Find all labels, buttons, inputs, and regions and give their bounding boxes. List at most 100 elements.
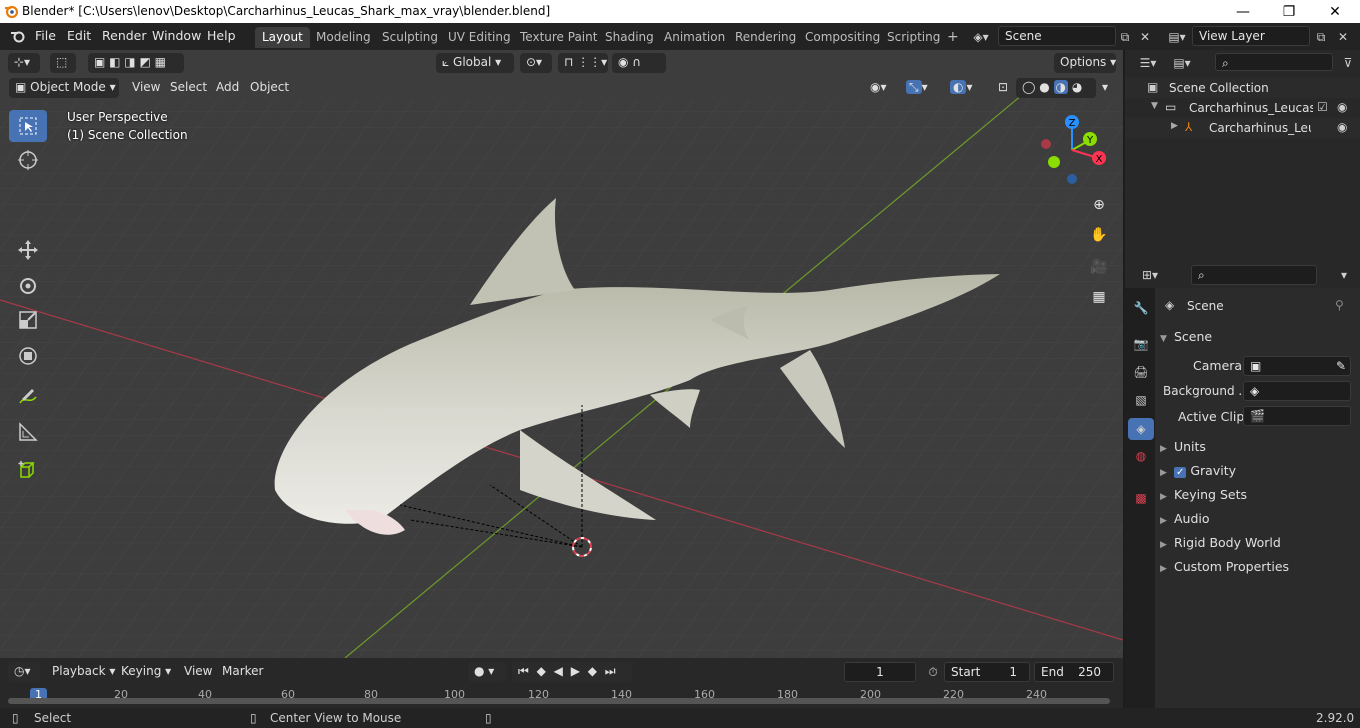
custom-properties-panel[interactable]: ▶ Custom Properties (1160, 559, 1289, 574)
world-tab-icon[interactable]: ◍ (1131, 446, 1151, 466)
start-frame-field[interactable]: Start 1 (944, 662, 1030, 682)
editor-type-icon[interactable]: ⊹▾ (8, 53, 40, 73)
measure-tool-icon[interactable] (9, 416, 47, 448)
shading-options-icon[interactable]: ▾ (1096, 78, 1116, 98)
auto-keying-icon[interactable]: ● ▾ (468, 662, 506, 682)
overlay-toggle-icon[interactable]: ◐ ▾ (944, 78, 988, 98)
tab-animation[interactable]: Animation (657, 27, 732, 48)
pin-icon[interactable]: ⚲ (1335, 298, 1344, 312)
scale-tool-icon[interactable] (9, 304, 47, 336)
timeline-editor[interactable]: ◷▾ Playback ▾ Keying ▾ View Marker ● ▾ ⏮… (0, 658, 1123, 708)
background-field[interactable]: ◈ (1243, 381, 1351, 401)
menu-render[interactable]: Render (102, 28, 147, 43)
expand-arrow-icon[interactable]: ▼ (1151, 101, 1158, 111)
scene-tab-icon[interactable]: ◈ (1128, 418, 1154, 440)
outliner-row-collection[interactable]: ▼ ▭ Carcharhinus_Leucas_Sh ☑ ◉ (1125, 98, 1360, 118)
maximize-button[interactable]: ❐ (1266, 0, 1312, 23)
playback-controls[interactable]: ⏮ ◆ ◀ ▶ ◆ ⏭ (512, 662, 632, 682)
gravity-checkbox[interactable]: ✓ (1173, 467, 1187, 478)
menu-add[interactable]: Add (210, 78, 245, 98)
new-view-layer-icon[interactable]: ⧉ (1312, 27, 1330, 47)
tab-scripting[interactable]: Scripting (880, 27, 947, 48)
zoom-icon[interactable]: ⊕ (1086, 192, 1112, 218)
new-scene-icon[interactable]: ⧉ (1116, 27, 1134, 47)
texture-tab-icon[interactable]: ▩ (1131, 488, 1151, 508)
playback-menu[interactable]: Playback ▾ (46, 662, 121, 682)
transform-orientation-dropdown[interactable]: ⟀ Global ▾ (436, 53, 514, 73)
tab-rendering[interactable]: Rendering (728, 27, 803, 48)
keying-menu[interactable]: Keying ▾ (115, 662, 177, 682)
menu-select[interactable]: Select (164, 78, 213, 98)
scene-panel-header[interactable]: ▼ Scene (1160, 329, 1212, 344)
transform-tool-icon[interactable] (9, 340, 47, 372)
active-clip-field[interactable]: 🎬 (1243, 406, 1351, 426)
select-box-tool-icon[interactable] (9, 110, 47, 142)
view-layer-field[interactable]: View Layer (1192, 26, 1310, 46)
options-dropdown[interactable]: Options ▾ (1054, 53, 1116, 73)
keying-sets-panel[interactable]: ▶ Keying Sets (1160, 487, 1247, 502)
current-frame-field[interactable]: 1 (844, 662, 916, 682)
tab-shading[interactable]: Shading (598, 27, 661, 48)
selection-mode-icons[interactable]: ▣ ◧ ◨ ◩ ▦ (88, 53, 184, 73)
minimize-button[interactable]: — (1220, 0, 1266, 23)
tab-uv-editing[interactable]: UV Editing (441, 27, 518, 48)
snap-icon[interactable]: ⊓ ⋮⋮▾ (558, 53, 608, 73)
shading-mode-icons[interactable]: ◯ ● ◑ ◕ (1016, 78, 1096, 98)
pivot-point-icon[interactable]: ⊙▾ (520, 53, 552, 73)
render-tab-icon[interactable]: 📷 (1131, 334, 1151, 354)
delete-scene-icon[interactable]: ✕ (1136, 27, 1154, 47)
menu-object[interactable]: Object (244, 78, 295, 98)
tab-modeling[interactable]: Modeling (309, 27, 378, 48)
proportional-edit-icon[interactable]: ◉ ∩ (612, 53, 666, 73)
menu-edit[interactable]: Edit (67, 28, 91, 43)
scene-browse-icon[interactable]: ◈▾ (966, 27, 996, 47)
tab-sculpting[interactable]: Sculpting (375, 27, 445, 48)
tab-compositing[interactable]: Compositing (798, 27, 887, 48)
outliner-row-object[interactable]: ▶ ⅄ Carcharhinus_Leucas ◉ (1125, 118, 1360, 138)
view-layer-browse-icon[interactable]: ▤▾ (1162, 27, 1192, 47)
eye-icon[interactable]: ◉ (1337, 120, 1347, 134)
menu-view[interactable]: View (126, 78, 166, 98)
preview-range-icon[interactable]: ⏱ (924, 664, 942, 680)
properties-search-input[interactable]: ⌕ (1191, 265, 1317, 285)
blender-menu-icon[interactable] (10, 29, 26, 43)
units-panel[interactable]: ▶ Units (1160, 439, 1206, 454)
camera-field[interactable]: ▣ ✎ (1243, 356, 1351, 376)
frame-ruler[interactable]: 1 20 40 60 80 100 120 140 160 180 200 22… (8, 688, 1114, 706)
annotate-tool-icon[interactable] (9, 380, 47, 412)
outliner-search-input[interactable]: ⌕ (1215, 53, 1333, 71)
3d-viewport[interactable]: ⊹▾ ⬚ ▣ ◧ ◨ ◩ ▦ ⟀ Global ▾ ⊙▾ ⊓ ⋮⋮▾ ◉ ∩ O… (0, 50, 1123, 658)
filter-icon[interactable]: ⊽ (1339, 54, 1357, 72)
outliner-row-root[interactable]: ▣ Scene Collection (1125, 78, 1360, 98)
eye-icon[interactable]: ◉ (1337, 100, 1347, 114)
display-mode-icon[interactable]: ▤▾ (1167, 54, 1197, 72)
tab-layout[interactable]: Layout (255, 27, 310, 48)
menu-help[interactable]: Help (207, 28, 236, 43)
cursor-tool-icon[interactable] (9, 144, 47, 176)
menu-file[interactable]: File (35, 28, 56, 43)
properties-options-icon[interactable]: ▾ (1335, 266, 1353, 284)
select-tool-mode-icon[interactable]: ⬚ (50, 53, 76, 73)
properties-editor-type-icon[interactable]: ⊞▾ (1135, 266, 1165, 284)
outliner-editor-type-icon[interactable]: ☰▾ (1133, 54, 1163, 72)
pan-hand-icon[interactable]: ✋ (1086, 222, 1112, 248)
end-frame-field[interactable]: End 250 (1034, 662, 1114, 682)
perspective-grid-icon[interactable]: ▦ (1086, 284, 1112, 310)
visibility-eye-icon[interactable]: ◉▾ (864, 78, 898, 98)
timeline-scrollbar[interactable] (8, 698, 1110, 704)
output-tab-icon[interactable]: 🖨 (1131, 362, 1151, 382)
gravity-panel[interactable]: ▶ ✓ Gravity (1160, 463, 1236, 478)
menu-window[interactable]: Window (152, 28, 201, 43)
exclude-checkbox-icon[interactable]: ☑ (1317, 100, 1328, 114)
delete-view-layer-icon[interactable]: ✕ (1334, 27, 1352, 47)
close-button[interactable]: ✕ (1312, 0, 1358, 23)
rigid-body-world-panel[interactable]: ▶ Rigid Body World (1160, 535, 1281, 550)
mode-dropdown[interactable]: ▣ Object Mode ▾ (9, 78, 119, 98)
move-tool-icon[interactable] (9, 234, 47, 266)
marker-menu[interactable]: Marker (216, 662, 269, 682)
timeline-editor-type-icon[interactable]: ◷▾ (8, 662, 40, 682)
camera-view-icon[interactable]: 🎥 (1086, 254, 1112, 280)
xray-icon[interactable]: ⊡ (992, 78, 1012, 98)
timeline-view-menu[interactable]: View (178, 662, 218, 682)
rotate-tool-icon[interactable] (9, 270, 47, 302)
